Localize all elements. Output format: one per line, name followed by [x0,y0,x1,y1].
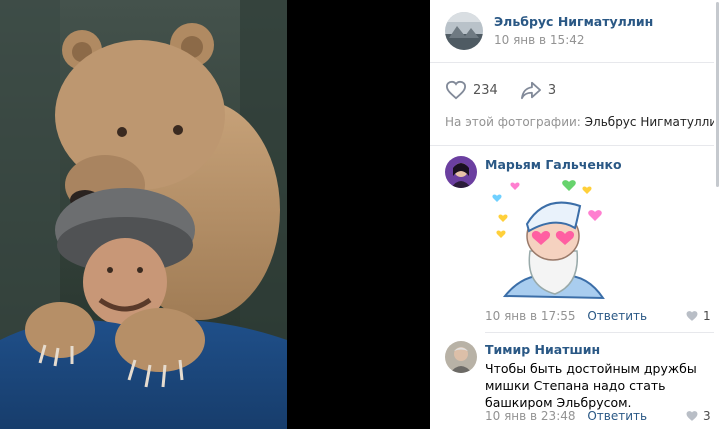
heart-icon [445,80,467,100]
divider [485,332,714,333]
share-icon [520,81,541,100]
commenter-avatar[interactable] [445,341,477,373]
commenter-avatar[interactable] [445,156,477,188]
author-avatar-image [445,12,483,50]
commenter-avatar-image [445,341,477,373]
reply-button[interactable]: Ответить [587,409,647,423]
commenter-name[interactable]: Марьям Гальченко [485,157,622,172]
divider [430,62,714,63]
photo-viewer: Эльбрус Нигматуллин 10 янв в 15:42 234 3… [0,0,720,429]
tagged-person[interactable]: Эльбрус Нигматуллин [585,115,720,129]
divider [430,145,714,146]
like-button[interactable]: 234 [445,80,498,100]
photo-bear-and-man [0,0,287,429]
photo-area[interactable] [0,0,430,429]
scrollbar-thumb[interactable] [716,2,719,187]
post-side-panel: Эльбрус Нигматуллин 10 янв в 15:42 234 3… [430,0,720,429]
tagged-people: На этой фотографии: Эльбрус Нигматуллин [445,115,720,129]
comment-like-button[interactable]: 3 [685,409,711,423]
tagged-label: На этой фотографии: [445,115,581,129]
post-author: Эльбрус Нигматуллин 10 янв в 15:42 [445,12,653,52]
author-avatar[interactable] [445,12,483,50]
comment-like-button[interactable]: 1 [685,309,711,323]
comment: Марьям Гальченко 10 янв в 17:55 Ответить… [445,156,715,331]
comment: Тимир Ниатшин Чтобы быть достойным дружб… [445,341,715,429]
panel-scrollbar[interactable] [714,0,720,429]
heart-icon [686,411,698,421]
share-button[interactable]: 3 [520,80,556,100]
commenter-name[interactable]: Тимир Ниатшин [485,342,600,357]
comment-meta: 10 янв в 23:48 Ответить [485,409,647,423]
share-count: 3 [547,82,557,98]
comment-like-count: 3 [703,409,711,423]
post-date[interactable]: 10 янв в 15:42 [494,33,585,47]
comment-date[interactable]: 10 янв в 17:55 [485,309,576,323]
like-count: 234 [473,82,498,98]
post-actions: 234 3 [445,78,578,102]
author-name[interactable]: Эльбрус Нигматуллин [494,14,653,29]
comment-text: Чтобы быть достойным дружбы мишки Степан… [485,361,697,410]
commenter-avatar-image [445,156,477,188]
sticker-image[interactable] [485,176,615,301]
comment-date[interactable]: 10 янв в 23:48 [485,409,576,423]
comment-meta: 10 янв в 17:55 Ответить [485,309,647,323]
reply-button[interactable]: Ответить [587,309,647,323]
comment-like-count: 1 [703,309,711,323]
heart-icon [686,311,698,321]
post-photo[interactable] [0,0,287,429]
